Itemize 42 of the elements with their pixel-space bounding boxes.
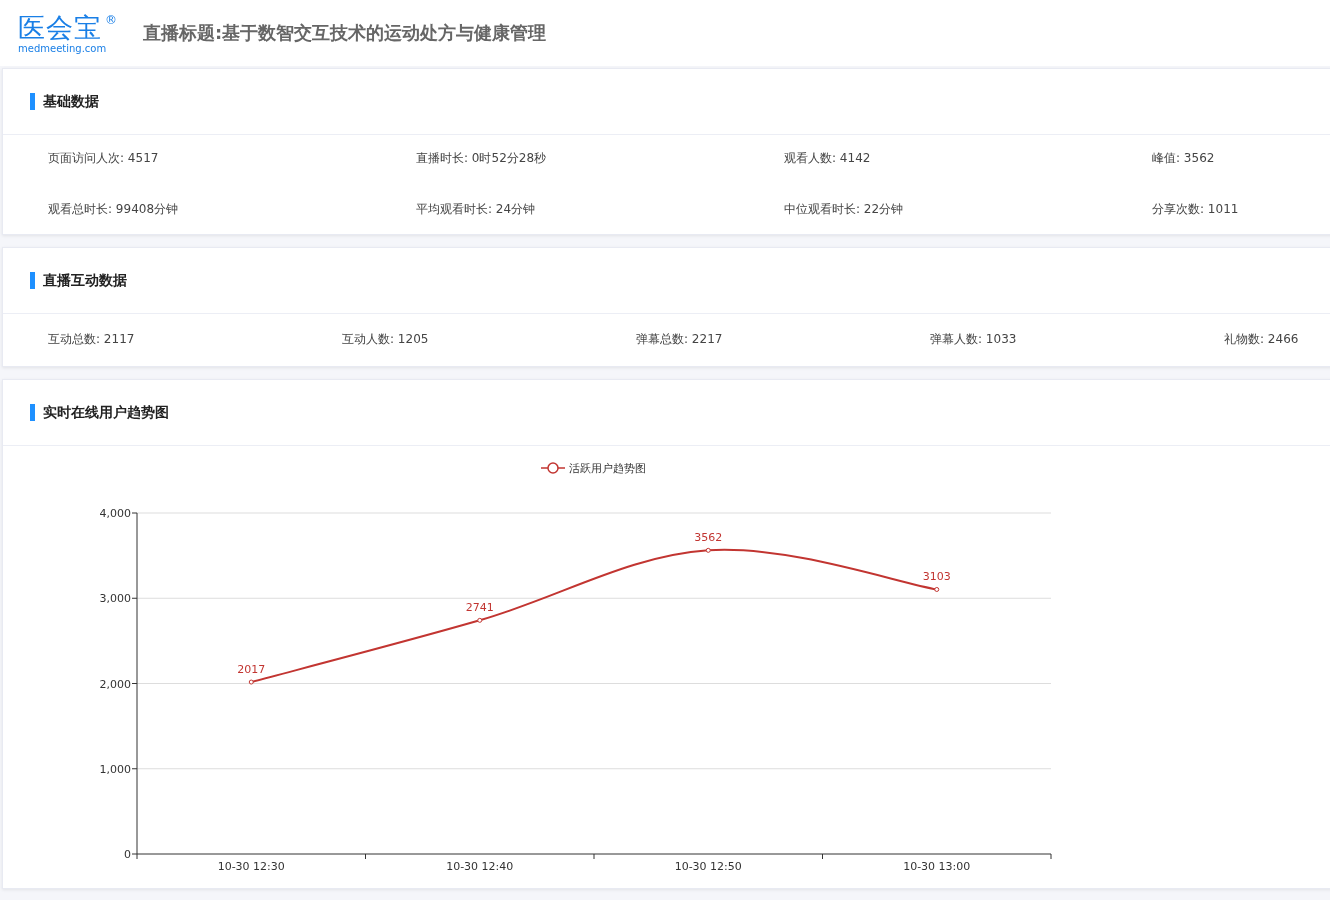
stat-text: 平均观看时长: 24分钟 — [416, 201, 537, 218]
section-title: 实时在线用户趋势图 — [43, 403, 169, 422]
x-tick-label: 10-30 13:00 — [903, 860, 971, 873]
section-title: 基础数据 — [43, 92, 99, 111]
stat-text: 互动人数: 1205 — [342, 331, 430, 348]
y-tick-label: 0 — [124, 848, 131, 861]
legend-label[interactable]: 活跃用户趋势图 — [569, 462, 646, 475]
data-label: 3103 — [922, 570, 951, 584]
logo-text: 医会宝 — [18, 12, 102, 43]
data-label: 2741 — [465, 601, 494, 615]
section-title: 直播互动数据 — [43, 271, 127, 290]
y-tick-label: 4,000 — [99, 507, 131, 520]
stat-text: 观看总时长: 99408分钟 — [48, 201, 180, 218]
section-marker — [30, 404, 35, 421]
stat-text: 分享次数: 1011 — [1152, 201, 1240, 218]
data-label: 2017 — [237, 663, 266, 677]
x-tick-label: 10-30 12:40 — [446, 860, 514, 873]
x-tick-label: 10-30 12:30 — [217, 860, 285, 873]
legend-line-icon[interactable] — [540, 462, 566, 474]
registered-mark: ® — [105, 12, 117, 27]
stat-text: 互动总数: 2117 — [48, 331, 136, 348]
stat-text: 礼物数: 2466 — [1224, 331, 1300, 348]
stat-text: 直播时长: 0时52分28秒 — [416, 150, 548, 167]
logo-domain: medmeeting.com — [18, 42, 108, 54]
y-tick-label: 1,000 — [99, 762, 131, 776]
x-tick-label: 10-30 12:50 — [674, 860, 742, 873]
section-marker — [30, 93, 35, 110]
stat-text: 弹幕总数: 2217 — [636, 331, 724, 348]
stat-text: 弹幕人数: 1033 — [930, 331, 1018, 348]
stat-text: 峰值: 3562 — [1152, 150, 1216, 167]
section-marker — [30, 272, 35, 289]
data-label: 3562 — [694, 531, 723, 545]
data-point — [705, 547, 711, 553]
y-tick-label: 3,000 — [99, 592, 131, 606]
stat-text: 页面访问人次: 4517 — [48, 150, 160, 167]
page-title: 直播标题:基于数智交互技术的运动处方与健康管理 — [143, 21, 547, 45]
stat-text: 中位观看时长: 22分钟 — [784, 201, 905, 218]
data-point — [248, 679, 254, 685]
data-point — [477, 617, 483, 623]
stat-text: 观看人数: 4142 — [784, 150, 872, 167]
data-point — [934, 586, 940, 592]
y-tick-label: 2,000 — [99, 677, 131, 691]
